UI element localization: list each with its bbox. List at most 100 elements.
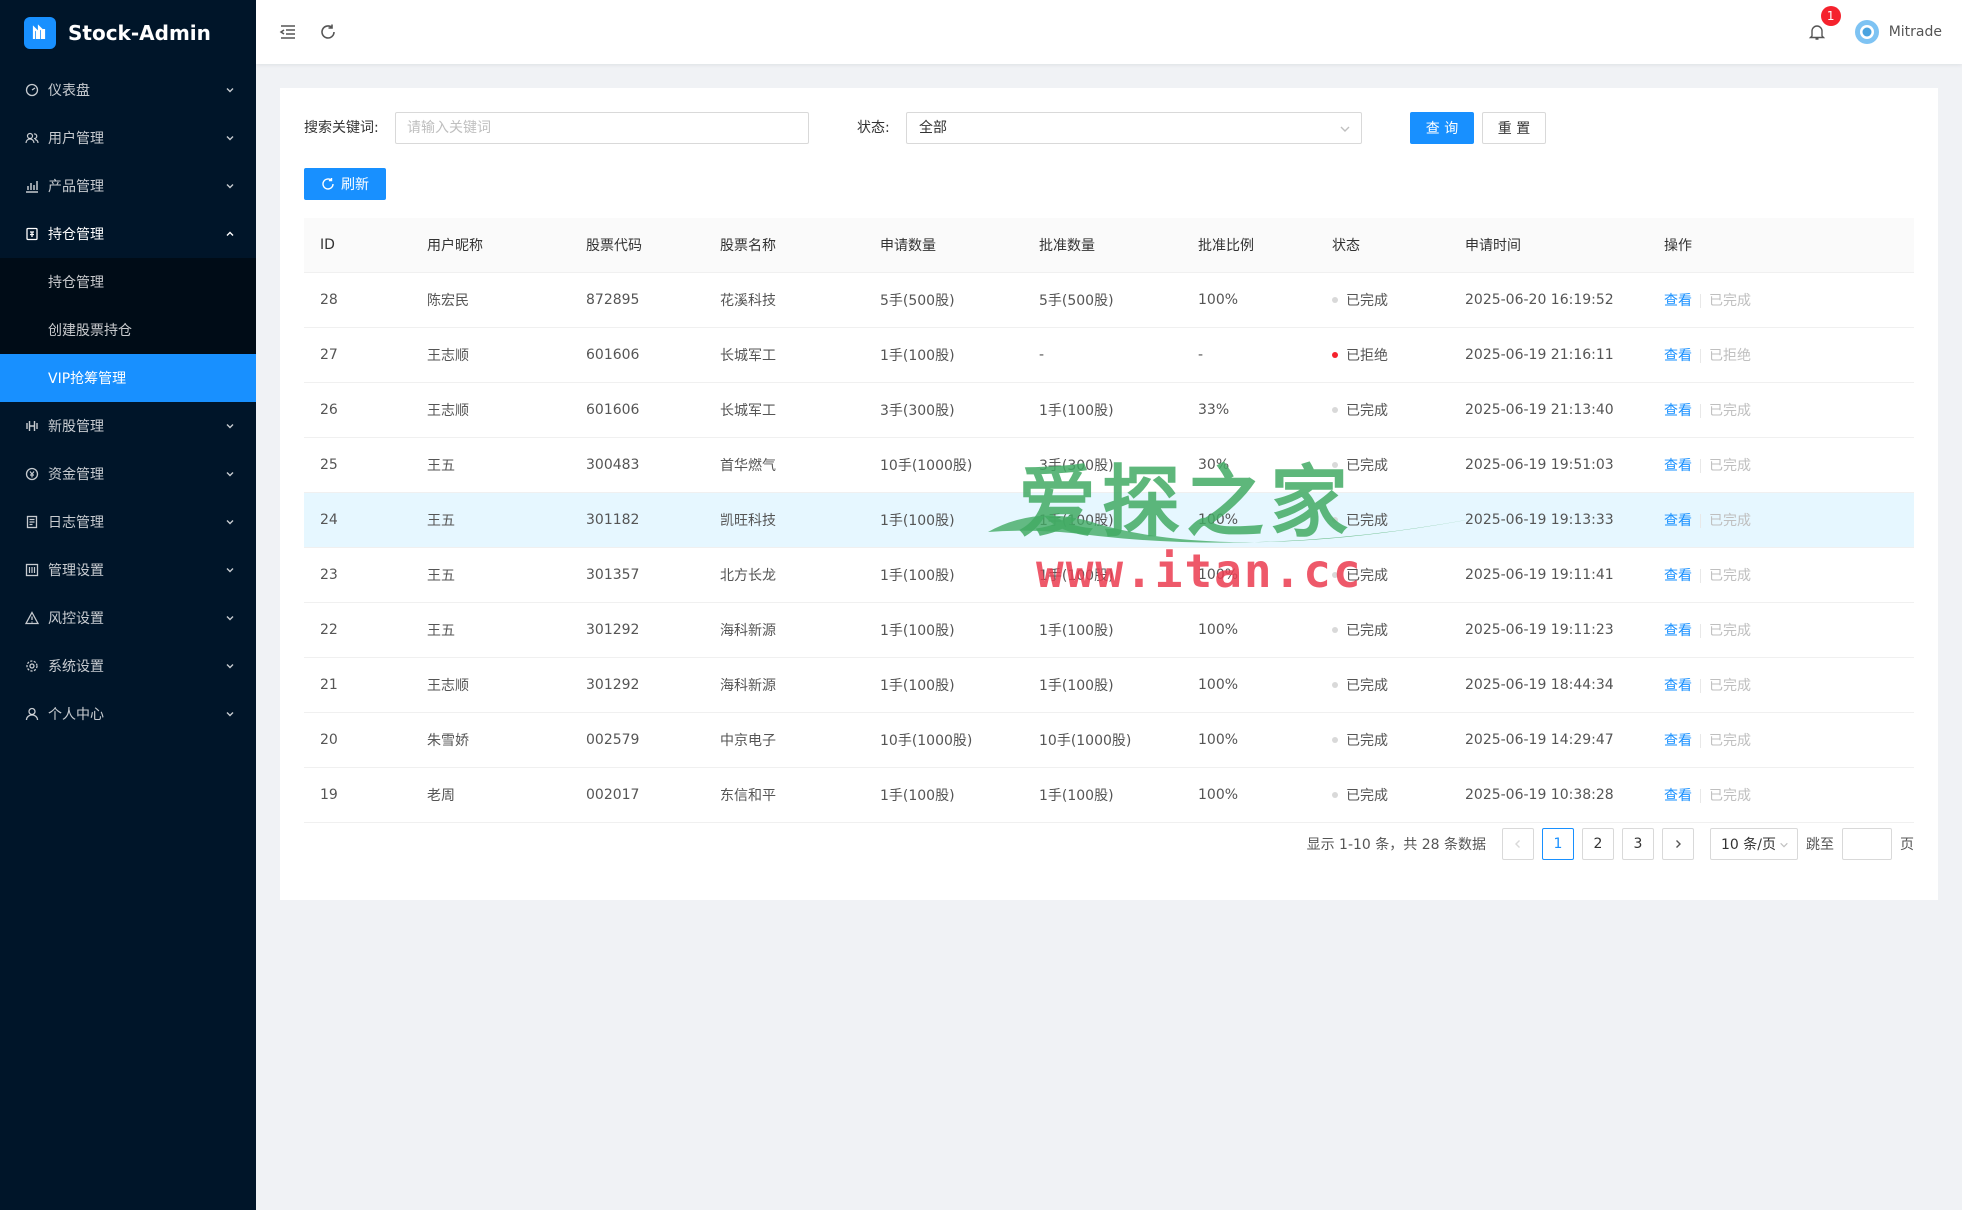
- table-cell-code: 601606: [586, 402, 640, 418]
- sidebar-item-label: 新股管理: [48, 419, 104, 435]
- next-page-button[interactable]: [1662, 828, 1694, 860]
- sidebar: Stock-Admin 仪表盘 用户管理 产品管理 持仓管理 持仓管理 创建股票持仓 VIP…: [0, 0, 256, 1210]
- divider: [1700, 294, 1701, 308]
- table-cell-user: 王志顺: [427, 348, 469, 364]
- sidebar-item-9[interactable]: 系统设置: [0, 642, 256, 690]
- status-dot: [1332, 462, 1338, 468]
- sidebar-item-10[interactable]: 个人中心: [0, 690, 256, 738]
- op-status-text: 已完成: [1709, 788, 1751, 804]
- table-row: 25 王五 300483 首华燃气 10手(1000股) 3手(300股) 30% 已完成 20…: [304, 438, 1914, 493]
- divider: [1700, 514, 1701, 528]
- table-row: 28 陈宏民 872895 花溪科技 5手(500股) 5手(500股) 100% 已完成 20…: [304, 273, 1914, 328]
- table-cell-ratio: 100%: [1198, 512, 1239, 528]
- op-status-text: 已完成: [1709, 733, 1751, 749]
- table-cell-code: 300483: [586, 457, 640, 473]
- page-size-value: 10 条/页: [1721, 837, 1776, 853]
- chevron-down-icon: [224, 180, 236, 192]
- chevron-left-icon: [1515, 840, 1520, 848]
- table-cell-op: 查看 已完成: [1648, 675, 1914, 695]
- page-button-2[interactable]: 2: [1582, 828, 1614, 860]
- log-icon: [24, 514, 40, 530]
- divider: [1700, 349, 1701, 363]
- avatar[interactable]: [1854, 20, 1879, 44]
- table-cell-appr: 1手(100股): [1039, 403, 1114, 419]
- divider: [1700, 734, 1701, 748]
- status-dot: [1332, 407, 1338, 413]
- status-text: 已完成: [1346, 568, 1388, 584]
- table-cell-status: 已完成: [1316, 675, 1449, 695]
- search-form: 搜索关键词: 状态: 全部 查 询 重 置: [304, 112, 1904, 144]
- sidebar-subitem-2[interactable]: VIP抢筹管理: [0, 354, 256, 402]
- table-cell-appr: 1手(100股): [1039, 513, 1114, 529]
- username[interactable]: Mitrade: [1889, 24, 1942, 40]
- prev-page-button[interactable]: [1502, 828, 1534, 860]
- sidebar-item-4[interactable]: 新股管理: [0, 402, 256, 450]
- holdings-icon: [24, 226, 40, 242]
- table-cell-name: 长城军工: [720, 348, 776, 364]
- table-cell-time: 2025-06-19 19:13:33: [1465, 512, 1614, 528]
- notification-button[interactable]: 1: [1805, 6, 1841, 44]
- table-cell-ratio: 100%: [1198, 677, 1239, 693]
- table-cell-req: 1手(100股): [880, 348, 955, 364]
- page-button-1[interactable]: 1: [1542, 828, 1574, 860]
- page-size-select[interactable]: 10 条/页: [1710, 828, 1798, 860]
- pagination-total: 显示 1-10 条，共 28 条数据: [1306, 837, 1486, 853]
- sidebar-item-0[interactable]: 仪表盘: [0, 66, 256, 114]
- reload-button[interactable]: [308, 12, 348, 52]
- table-cell-req: 3手(300股): [880, 403, 955, 419]
- chevron-down-icon: [224, 612, 236, 624]
- reload-icon: [321, 24, 335, 39]
- table-cell-req: 1手(100股): [880, 513, 955, 529]
- sidebar-subitem-1[interactable]: 创建股票持仓: [0, 306, 256, 354]
- sidebar-item-6[interactable]: 日志管理: [0, 498, 256, 546]
- table-cell-code: 002017: [586, 787, 640, 803]
- page-jump-input[interactable]: [1842, 828, 1892, 860]
- sidebar-item-2[interactable]: 产品管理: [0, 162, 256, 210]
- table-cell-user: 王五: [427, 623, 455, 639]
- keyword-input[interactable]: [395, 112, 809, 144]
- query-button[interactable]: 查 询: [1410, 112, 1474, 144]
- view-link[interactable]: 查看: [1664, 458, 1692, 474]
- view-link[interactable]: 查看: [1664, 788, 1692, 804]
- view-link[interactable]: 查看: [1664, 733, 1692, 749]
- view-link[interactable]: 查看: [1664, 513, 1692, 529]
- table-cell-code: 601606: [586, 347, 640, 363]
- view-link[interactable]: 查看: [1664, 348, 1692, 364]
- view-link[interactable]: 查看: [1664, 293, 1692, 309]
- table-cell-appr: 1手(100股): [1039, 788, 1114, 804]
- column-header: 股票名称: [720, 238, 776, 254]
- pagination: 显示 1-10 条，共 28 条数据 123 10 条/页 跳至 页: [1307, 828, 1914, 860]
- status-label: 状态:: [857, 120, 890, 136]
- table-cell-id: 19: [320, 787, 338, 803]
- table-cell-op: 查看 已完成: [1648, 785, 1914, 805]
- table-cell-time: 2025-06-20 16:19:52: [1465, 292, 1614, 308]
- chevron-down-icon: [224, 420, 236, 432]
- view-link[interactable]: 查看: [1664, 568, 1692, 584]
- table-cell-req: 1手(100股): [880, 623, 955, 639]
- table-cell-appr: 10手(1000股): [1039, 733, 1132, 749]
- view-link[interactable]: 查看: [1664, 678, 1692, 694]
- page-list: 123: [1534, 828, 1654, 860]
- dashboard-icon: [24, 82, 40, 98]
- refresh-button[interactable]: 刷新: [304, 168, 386, 200]
- status-text: 已完成: [1346, 678, 1388, 694]
- bell-icon: [1808, 25, 1825, 40]
- reset-button[interactable]: 重 置: [1482, 112, 1546, 144]
- sidebar-item-5[interactable]: 资金管理: [0, 450, 256, 498]
- sidebar-item-label: 产品管理: [48, 179, 104, 195]
- table-cell-op: 查看 已完成: [1648, 400, 1914, 420]
- sidebar-item-1[interactable]: 用户管理: [0, 114, 256, 162]
- view-link[interactable]: 查看: [1664, 623, 1692, 639]
- sidebar-item-3[interactable]: 持仓管理: [0, 210, 256, 258]
- column-header: 申请数量: [880, 238, 936, 254]
- status-dot: [1332, 517, 1338, 523]
- sidebar-item-7[interactable]: 管理设置: [0, 546, 256, 594]
- collapse-menu-button[interactable]: [268, 12, 308, 52]
- sidebar-subitem-0[interactable]: 持仓管理: [0, 258, 256, 306]
- view-link[interactable]: 查看: [1664, 403, 1692, 419]
- status-select[interactable]: 全部: [906, 112, 1362, 144]
- sidebar-item-8[interactable]: 风控设置: [0, 594, 256, 642]
- page-button-3[interactable]: 3: [1622, 828, 1654, 860]
- table-cell-name: 长城军工: [720, 403, 776, 419]
- logo[interactable]: Stock-Admin: [0, 0, 256, 66]
